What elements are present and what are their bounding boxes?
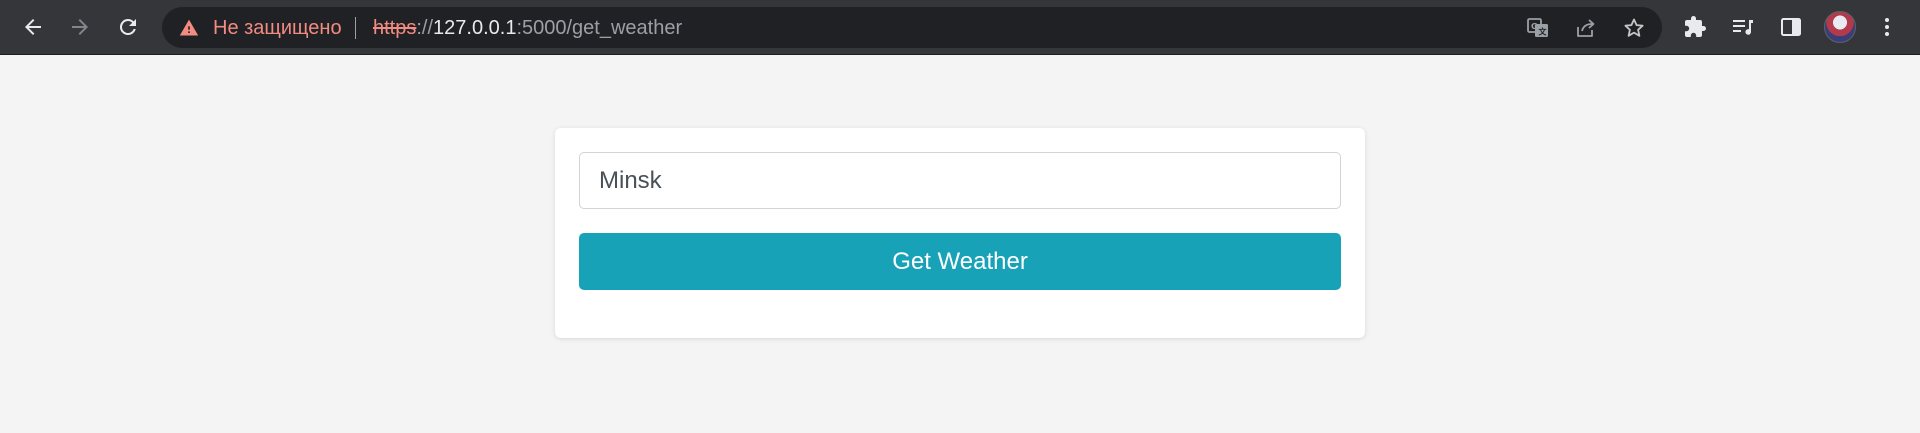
extensions-icon[interactable] — [1680, 12, 1710, 42]
svg-text:文: 文 — [1539, 27, 1548, 37]
media-queue-icon[interactable] — [1728, 12, 1758, 42]
warning-icon — [179, 18, 199, 43]
arrow-left-icon — [25, 19, 41, 35]
omnibox-divider — [355, 17, 356, 39]
url-path: :5000/get_weather — [516, 17, 683, 39]
menu-dots-icon[interactable] — [1872, 12, 1902, 42]
address-bar[interactable]: Не защищено https://127.0.0.1:5000/get_w… — [162, 7, 1662, 48]
weather-form-card: Get Weather — [555, 128, 1365, 338]
forward-button[interactable] — [63, 10, 97, 44]
translate-icon[interactable]: G 文 — [1524, 14, 1552, 42]
reload-button[interactable] — [111, 10, 145, 44]
svg-text:G: G — [1531, 22, 1538, 31]
url-text[interactable]: https://127.0.0.1:5000/get_weather — [373, 17, 682, 40]
arrow-right-icon — [72, 19, 88, 35]
browser-toolbar: Не защищено https://127.0.0.1:5000/get_w… — [0, 0, 1920, 55]
url-scheme: https — [373, 17, 417, 39]
get-weather-button[interactable]: Get Weather — [579, 233, 1341, 290]
reload-icon — [119, 18, 136, 35]
profile-avatar[interactable] — [1824, 11, 1856, 43]
share-icon[interactable] — [1572, 14, 1600, 42]
city-input[interactable] — [579, 152, 1341, 209]
side-panel-icon[interactable] — [1776, 12, 1806, 42]
url-separator: :// — [416, 17, 434, 39]
back-button[interactable] — [16, 10, 50, 44]
security-warning-label[interactable]: Не защищено — [213, 17, 342, 40]
url-host: 127.0.0.1 — [433, 17, 517, 39]
star-icon[interactable] — [1620, 14, 1648, 42]
